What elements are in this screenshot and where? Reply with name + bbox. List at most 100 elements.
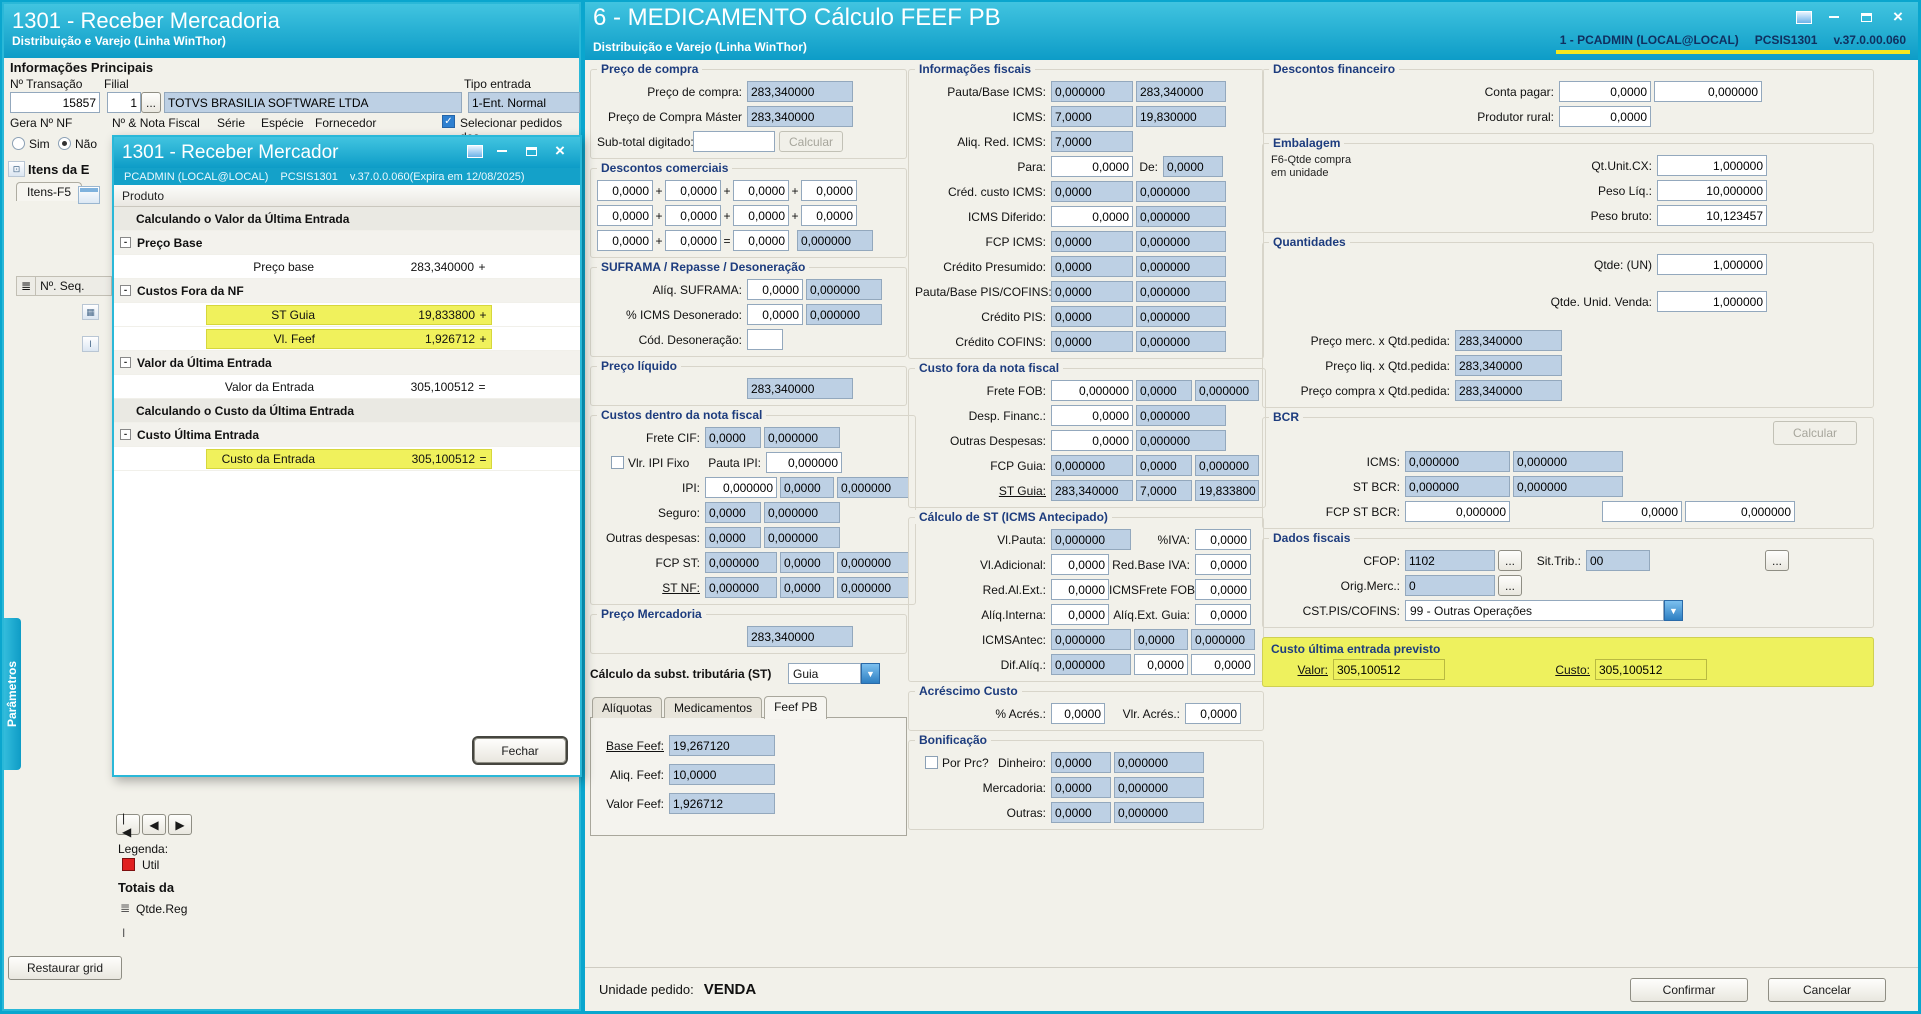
st-nf-valor-field[interactable]: 0,000000: [837, 577, 909, 598]
calcular-subtotal-button[interactable]: Calcular: [779, 131, 843, 152]
preco-liq-x-qtd-field[interactable]: 283,340000: [1455, 355, 1562, 376]
outras-fora-perc-field[interactable]: 0,0000: [1051, 430, 1133, 451]
tab-feef-pb[interactable]: Feef PB: [764, 696, 828, 719]
n-transacao-field[interactable]: 15857: [10, 92, 100, 113]
valor-ultima-entrada-label[interactable]: Valor:: [1269, 663, 1333, 677]
valor-suframa-field[interactable]: 0,000000: [806, 279, 882, 300]
st-guia-perc-field[interactable]: 7,0000: [1136, 480, 1192, 501]
desconto-10-field[interactable]: 0,0000: [665, 230, 721, 251]
dock-panel-icon[interactable]: [78, 186, 100, 204]
base-feef-label[interactable]: Base Feef:: [597, 739, 669, 753]
icms-antec-base-field[interactable]: 0,000000: [1051, 629, 1131, 650]
st-guia-label[interactable]: ST Guia:: [915, 484, 1051, 498]
collapse-icon[interactable]: -: [120, 429, 131, 440]
sit-trib-lookup-button[interactable]: ...: [1765, 550, 1789, 571]
app-icon[interactable]: [467, 144, 483, 158]
desconto-3-field[interactable]: 0,0000: [733, 180, 789, 201]
cred-custo-valor-field[interactable]: 0,000000: [1136, 181, 1226, 202]
dif-aliq-perc-field[interactable]: 0,0000: [1134, 654, 1188, 675]
tab-medicamentos[interactable]: Medicamentos: [664, 697, 763, 718]
pauta-icms-field[interactable]: 0,000000: [1051, 81, 1133, 102]
ipi-total-field[interactable]: 0,000000: [837, 477, 909, 498]
desp-financ-valor-field[interactable]: 0,000000: [1136, 405, 1226, 426]
dialog-titlebar[interactable]: 1301 - Receber Mercador ×: [114, 137, 580, 168]
icms-perc-field[interactable]: 7,0000: [1051, 106, 1133, 127]
preco-mercadoria-field[interactable]: 283,340000: [747, 626, 853, 647]
parametros-side-tab[interactable]: Parâmetros: [4, 618, 21, 770]
desconto-9-field[interactable]: 0,0000: [597, 230, 653, 251]
close-icon[interactable]: ×: [550, 141, 570, 160]
close-icon[interactable]: ×: [1888, 7, 1908, 26]
aliq-interna-field[interactable]: 0,0000: [1051, 604, 1109, 625]
preco-merc-x-qtd-field[interactable]: 283,340000: [1455, 330, 1562, 351]
right-titlebar[interactable]: 6 - MEDICAMENTO Cálculo FEEF PB × Distri…: [585, 2, 1918, 60]
dinheiro-valor-field[interactable]: 0,000000: [1114, 752, 1204, 773]
orig-merc-field[interactable]: 0: [1405, 575, 1495, 596]
calc-group-row[interactable]: - Preço Base: [114, 231, 580, 255]
st-bcr-base-field[interactable]: 0,000000: [1405, 476, 1510, 497]
peso-bruto-field[interactable]: 10,123457: [1657, 205, 1767, 226]
left-titlebar[interactable]: 1301 - Receber Mercadoria Distribuição e…: [4, 4, 579, 58]
mercadoria-valor-field[interactable]: 0,000000: [1114, 777, 1204, 798]
minimize-icon[interactable]: [1824, 9, 1844, 25]
conta-pagar-valor-field[interactable]: 0,000000: [1654, 81, 1762, 102]
custo-ultima-entrada-field[interactable]: 305,100512: [1595, 659, 1707, 680]
outras-valor-field[interactable]: 0,000000: [764, 527, 840, 548]
valor-desonerado-field[interactable]: 0,000000: [806, 304, 882, 325]
desconto-8-field[interactable]: 0,0000: [801, 205, 857, 226]
sit-trib-field[interactable]: 00: [1586, 550, 1650, 571]
desconto-5-field[interactable]: 0,0000: [597, 205, 653, 226]
pauta-ipi-field[interactable]: 0,000000: [766, 452, 842, 473]
collapse-icon[interactable]: -: [120, 357, 131, 368]
base-pis-cofins-field[interactable]: 0,000000: [1136, 281, 1226, 302]
selecionar-pedidos-checkbox[interactable]: ✓: [442, 115, 455, 128]
credito-presumido-perc-field[interactable]: 0,0000: [1051, 256, 1133, 277]
frete-fob-valor-field[interactable]: 0,000000: [1051, 380, 1133, 401]
calcular-bcr-button[interactable]: Calcular: [1773, 421, 1857, 445]
fcp-guia-valor-field[interactable]: 0,000000: [1195, 455, 1259, 476]
tipo-entrada-field[interactable]: 1-Ent. Normal: [468, 92, 580, 113]
collapse-icon[interactable]: -: [120, 285, 131, 296]
credito-cofins-perc-field[interactable]: 0,0000: [1051, 331, 1133, 352]
vl-adicional-field[interactable]: 0,0000: [1051, 554, 1109, 575]
dropdown-icon[interactable]: ▼: [1664, 600, 1683, 621]
de-field[interactable]: 0,0000: [1163, 156, 1223, 177]
cod-desoneracao-field[interactable]: [747, 329, 783, 350]
calc-group-row[interactable]: - Custo Última Entrada: [114, 423, 580, 447]
seguro-valor-field[interactable]: 0,000000: [764, 502, 840, 523]
iva-field[interactable]: 0,0000: [1195, 529, 1251, 550]
st-bcr-valor-field[interactable]: 0,000000: [1513, 476, 1623, 497]
subtotal-input[interactable]: [693, 131, 775, 152]
maximize-icon[interactable]: [1856, 9, 1876, 25]
frete-fob-total-field[interactable]: 0,000000: [1195, 380, 1259, 401]
fcp-st-perc-field[interactable]: 0,0000: [780, 552, 834, 573]
cfop-field[interactable]: 1102: [1405, 550, 1495, 571]
fcp-guia-base-field[interactable]: 0,000000: [1051, 455, 1133, 476]
icms-valor-field[interactable]: 19,830000: [1136, 106, 1226, 127]
desconto-7-field[interactable]: 0,0000: [733, 205, 789, 226]
desconto-4-field[interactable]: 0,0000: [801, 180, 857, 201]
cred-custo-perc-field[interactable]: 0,0000: [1051, 181, 1133, 202]
cancelar-button[interactable]: Cancelar: [1768, 977, 1886, 1002]
fechar-button[interactable]: Fechar: [474, 738, 566, 763]
aliq-feef-field[interactable]: 10,0000: [669, 764, 775, 785]
st-nf-perc-field[interactable]: 0,0000: [780, 577, 834, 598]
custo-ultima-entrada-label[interactable]: Custo:: [1531, 663, 1595, 677]
dropdown-icon[interactable]: ▼: [861, 663, 880, 684]
restaurar-grid-button[interactable]: Restaurar grid: [8, 956, 122, 980]
ipi-perc-field[interactable]: 0,0000: [780, 477, 834, 498]
preco-master-field[interactable]: 283,340000: [747, 106, 853, 127]
bcr-icms-base-field[interactable]: 0,000000: [1405, 451, 1510, 472]
credito-cofins-valor-field[interactable]: 0,000000: [1136, 331, 1226, 352]
dif-aliq-valor-field[interactable]: 0,0000: [1191, 654, 1255, 675]
desconto-6-field[interactable]: 0,0000: [665, 205, 721, 226]
cfop-lookup-button[interactable]: ...: [1498, 550, 1522, 571]
aliq-suframa-field[interactable]: 0,0000: [747, 279, 803, 300]
icms-antec-perc-field[interactable]: 0,0000: [1134, 629, 1188, 650]
frete-cif-perc-field[interactable]: 0,0000: [705, 427, 761, 448]
filial-nome-field[interactable]: TOTVS BRASILIA SOFTWARE LTDA: [164, 92, 462, 113]
valor-ultima-entrada-field[interactable]: 305,100512: [1333, 659, 1445, 680]
desconto-valor-field[interactable]: 0,000000: [797, 230, 873, 251]
nav-next-button[interactable]: ▶: [168, 814, 192, 835]
desp-financ-perc-field[interactable]: 0,0000: [1051, 405, 1133, 426]
